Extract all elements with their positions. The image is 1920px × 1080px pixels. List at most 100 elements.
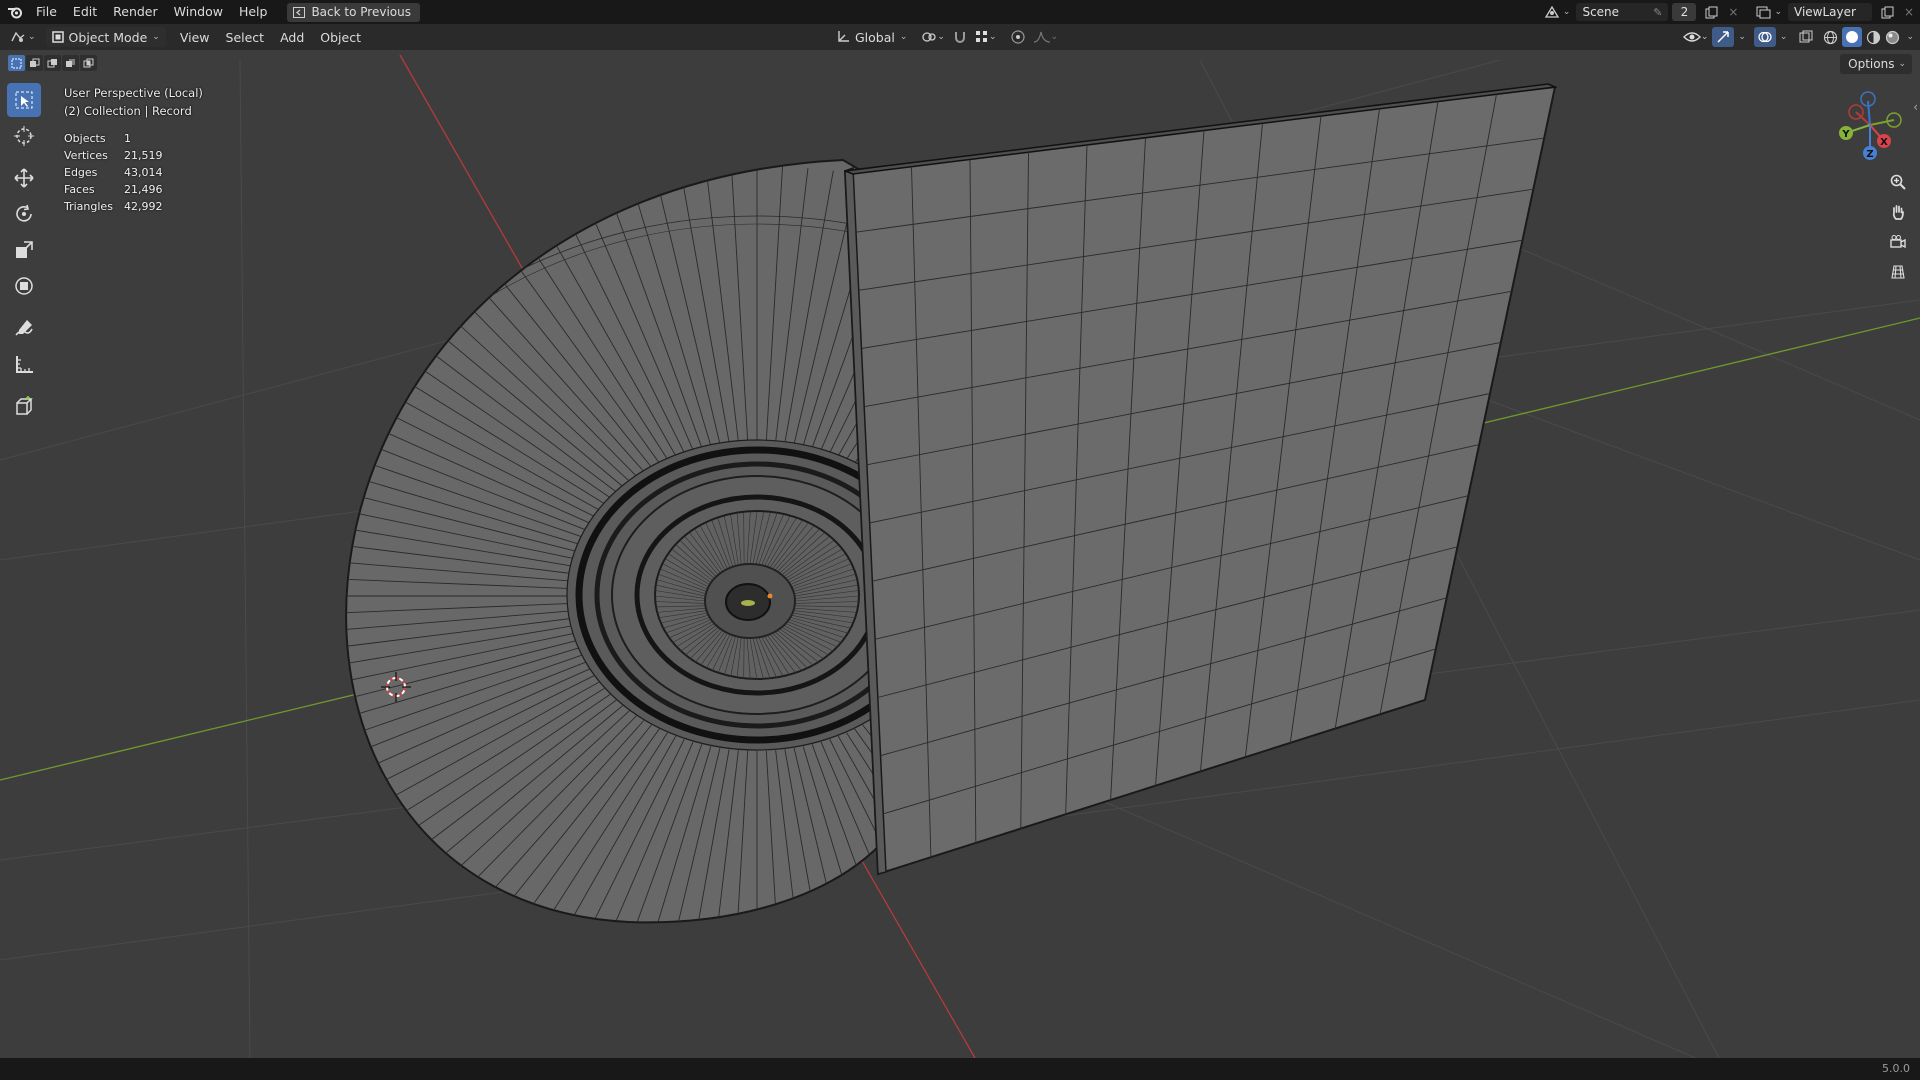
menu-select[interactable]: Select — [218, 27, 273, 47]
select-new-icon[interactable] — [8, 55, 25, 71]
menu-add[interactable]: Add — [272, 27, 312, 47]
status-bar: 5.0.0 — [0, 1058, 1920, 1080]
viewport-info-overlay: User Perspective (Local) (2) Collection … — [64, 84, 203, 120]
rotate-tool-icon[interactable] — [7, 197, 41, 231]
collection-info: (2) Collection | Record — [64, 104, 192, 118]
pan-hand-icon[interactable] — [1884, 198, 1912, 226]
select-subtract-icon[interactable] — [44, 55, 61, 71]
blender-logo-icon[interactable] — [2, 0, 28, 24]
menu-object[interactable]: Object — [312, 27, 369, 47]
scene-field[interactable]: Scene ✎ — [1576, 3, 1669, 21]
chevron-down-icon: ⌄ — [152, 32, 160, 42]
editor-type-icon[interactable]: ⌄ — [0, 27, 40, 47]
rendered-shading-icon[interactable] — [1885, 30, 1900, 45]
sleeve-mesh[interactable] — [843, 83, 1558, 876]
transform-orientation-dropdown[interactable]: Global ⌄ — [836, 30, 907, 45]
view-layer-dropdown-arrow[interactable]: ⌄ — [1774, 7, 1782, 17]
select-invert-icon[interactable] — [62, 55, 79, 71]
select-intersect-icon[interactable] — [80, 55, 97, 71]
gizmo-dropdown-arrow[interactable]: ⌄ — [1738, 32, 1746, 42]
stat-row: Triangles 42,992 — [64, 198, 163, 215]
options-dropdown[interactable]: Options ⌄ — [1840, 54, 1912, 74]
menu-help[interactable]: Help — [231, 0, 276, 24]
view-name: User Perspective (Local) — [64, 86, 203, 100]
menu-window[interactable]: Window — [166, 0, 231, 24]
tool-shelf — [7, 83, 41, 425]
object-mode-dropdown[interactable]: Object Mode ⌄ — [45, 27, 166, 47]
material-shading-icon[interactable] — [1866, 30, 1881, 45]
gizmo-x-label: X — [1880, 137, 1888, 148]
select-extend-icon[interactable] — [26, 55, 43, 71]
navigation-buttons — [1884, 168, 1912, 288]
proportional-editing-icon[interactable] — [1010, 30, 1025, 44]
stat-label: Edges — [64, 166, 98, 179]
delete-scene-icon[interactable]: × — [1722, 0, 1744, 24]
orientation-icon — [838, 31, 849, 42]
menu-render[interactable]: Render — [105, 0, 166, 24]
overlays-dropdown-arrow[interactable]: ⌄ — [1780, 32, 1788, 42]
sidebar-collapse-icon[interactable]: ‹ — [1913, 100, 1918, 114]
back-to-previous-button[interactable]: Back to Previous — [287, 2, 420, 22]
stat-row: Objects 1 — [64, 130, 163, 147]
scene-statistics: Objects 1 Vertices 21,519 Edges 43,014 F… — [64, 130, 163, 215]
annotate-tool-icon[interactable] — [7, 311, 41, 345]
menu-edit[interactable]: Edit — [65, 0, 105, 24]
back-icon — [293, 6, 306, 18]
stat-label: Vertices — [64, 149, 108, 162]
overlays-toggle-icon[interactable] — [1753, 27, 1776, 47]
orientation-label: Global — [855, 29, 895, 45]
object-mode-icon — [51, 31, 64, 43]
shading-dropdown-arrow[interactable]: ⌄ — [1906, 32, 1914, 42]
scene-name: Scene — [1582, 5, 1620, 19]
selection-mode-buttons — [8, 55, 97, 71]
viewport-3d[interactable]: X Y Z — [0, 0, 1920, 1080]
perspective-toggle-icon[interactable] — [1884, 258, 1912, 286]
stat-label: Faces — [64, 183, 95, 196]
top-menubar: File Edit Render Window Help Back to Pre… — [0, 0, 1920, 24]
wireframe-shading-icon[interactable] — [1823, 30, 1838, 45]
view-layer-icon[interactable] — [1752, 0, 1774, 24]
cursor-tool-icon[interactable] — [7, 119, 41, 153]
new-view-layer-icon[interactable] — [1876, 0, 1898, 24]
back-to-previous-label: Back to Previous — [311, 5, 411, 19]
pin-icon[interactable]: ✎ — [1653, 6, 1662, 19]
delete-view-layer-icon[interactable]: × — [1898, 0, 1920, 24]
visibility-selectability-icon[interactable]: ⌄ — [1682, 30, 1708, 44]
scale-tool-icon[interactable] — [7, 233, 41, 267]
move-tool-icon[interactable] — [7, 161, 41, 195]
view-layer-name: ViewLayer — [1794, 5, 1856, 19]
snap-target-dropdown[interactable]: ⌄ — [975, 30, 997, 44]
stat-value: 1 — [124, 132, 131, 145]
viewport-header: ⌄ Object Mode ⌄ View Select Add Object G… — [0, 24, 1920, 50]
navigation-gizmo[interactable]: X Y Z — [1839, 91, 1902, 160]
gizmo-toggle-icon[interactable] — [1712, 27, 1735, 47]
add-cube-tool-icon[interactable] — [7, 389, 41, 423]
view-layer-field[interactable]: ViewLayer — [1788, 3, 1872, 21]
gizmo-z-label: Z — [1866, 149, 1873, 160]
falloff-icon[interactable]: ⌄ — [1033, 30, 1058, 44]
object-mode-label: Object Mode — [68, 29, 148, 45]
scene-users-count[interactable]: 2 — [1672, 3, 1697, 21]
measure-tool-icon[interactable] — [7, 347, 41, 381]
gizmo-y-label: Y — [1841, 129, 1850, 140]
select-box-tool-icon[interactable] — [7, 83, 41, 117]
camera-view-icon[interactable] — [1884, 228, 1912, 256]
zoom-icon[interactable] — [1884, 168, 1912, 196]
stat-row: Edges 43,014 — [64, 164, 163, 181]
stat-value: 21,519 — [124, 149, 163, 162]
pivot-icon — [922, 32, 937, 42]
stat-label: Objects — [64, 132, 106, 145]
new-scene-icon[interactable] — [1700, 0, 1722, 24]
menu-view[interactable]: View — [172, 27, 218, 47]
pivot-point-dropdown[interactable]: ⌄ — [921, 30, 945, 44]
snap-toggle-icon[interactable] — [953, 30, 967, 44]
stat-value: 43,014 — [124, 166, 163, 179]
solid-shading-icon[interactable] — [1842, 27, 1863, 47]
scene-icon[interactable] — [1541, 0, 1563, 24]
scene-dropdown-arrow[interactable]: ⌄ — [1563, 7, 1571, 17]
snap-grid-icon — [975, 31, 987, 42]
version-label: 5.0.0 — [1882, 1062, 1910, 1075]
transform-tool-icon[interactable] — [7, 269, 41, 303]
menu-file[interactable]: File — [28, 0, 65, 24]
xray-toggle-icon[interactable] — [1799, 30, 1813, 44]
